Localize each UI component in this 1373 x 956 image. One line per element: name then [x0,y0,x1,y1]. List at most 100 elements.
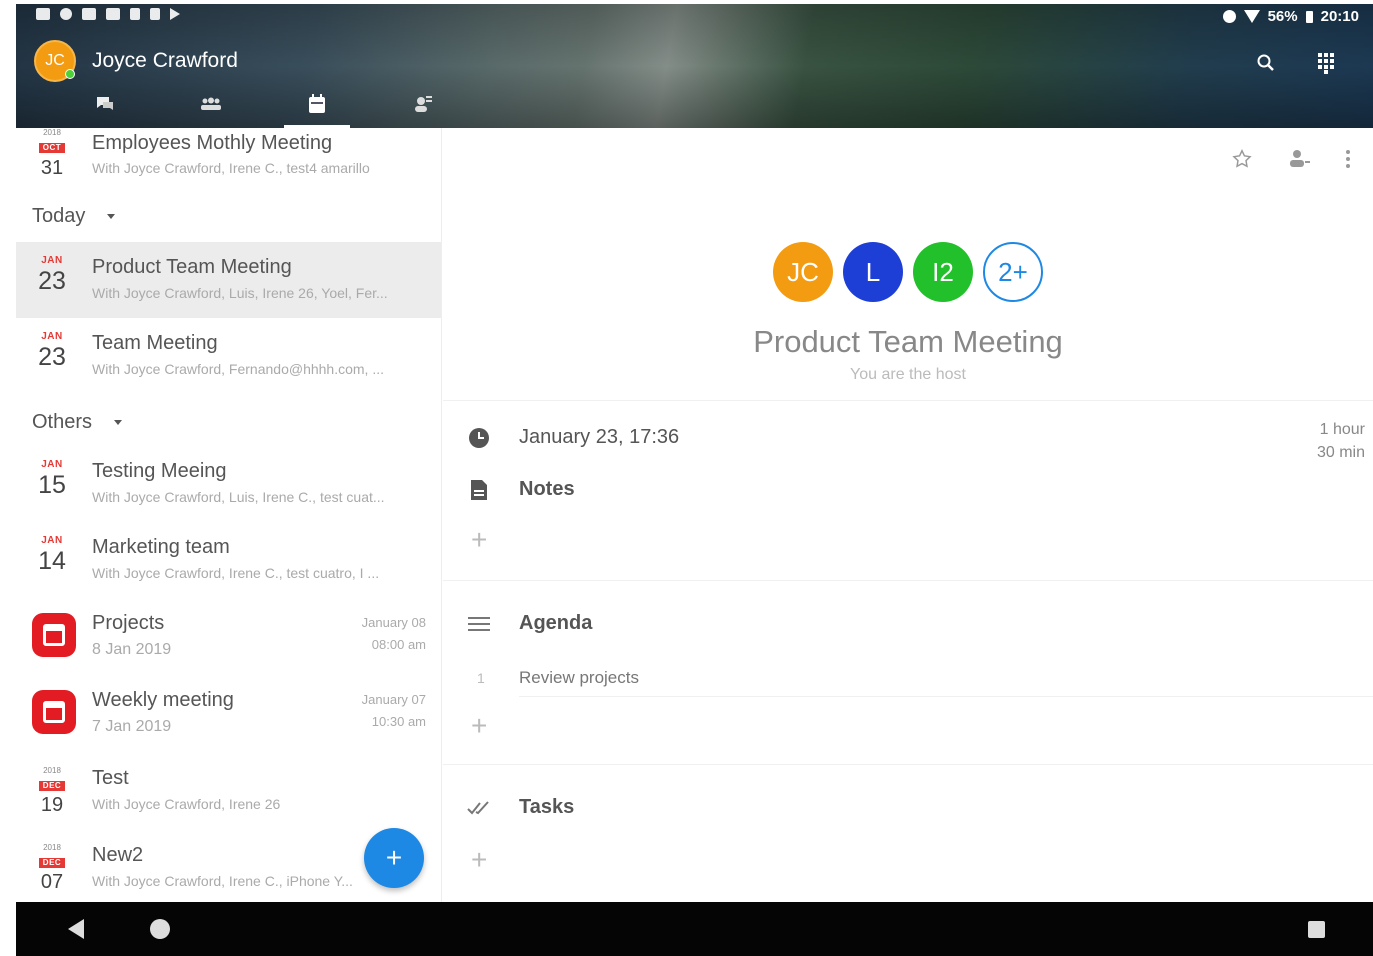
participant-avatar[interactable]: L [843,242,903,302]
caret-down-icon [114,419,123,425]
date-month: JAN [41,535,63,546]
avatar-initials: JC [787,256,819,287]
list-item[interactable]: JAN 23 Team Meeting With Joyce Crawford,… [16,318,441,394]
notification-icon [36,8,50,20]
list-item[interactable]: JAN 15 Testing Meeing With Joyce Crawfor… [16,446,441,522]
list-item[interactable]: JAN 23 Product Team Meeting With Joyce C… [16,242,441,318]
item-title: Test [92,767,129,789]
notification-icon [130,8,140,20]
more-participants-button[interactable]: 2+ [983,242,1043,302]
divider [443,400,1373,401]
list-item[interactable]: JAN 14 Marketing team With Joyce Crawfor… [16,522,441,598]
add-agenda-button[interactable]: + [471,710,487,742]
notification-icon [106,8,120,20]
recent-apps-icon[interactable] [1308,921,1325,938]
notification-icon [60,8,72,20]
plus-icon: + [385,842,403,873]
more-vert-icon[interactable] [1345,148,1351,175]
list-item[interactable]: Weekly meeting 7 Jan 2019 January 07 10:… [16,675,441,751]
item-subtitle: With Joyce Crawford, Irene 26 [92,796,281,812]
tab-contacts[interactable] [370,90,476,122]
tab-teams[interactable] [158,90,264,122]
team-icon [200,97,222,116]
item-title: Marketing team [92,536,230,558]
section-others[interactable]: Others [32,402,123,442]
item-subtitle: 7 Jan 2019 [92,718,172,735]
item-subtitle: With Joyce Crawford, Luis, Irene C., tes… [92,489,385,505]
date-badge: 2018 OCT 31 [32,128,72,180]
clock-icon [467,426,491,450]
item-date: January 08 [361,615,426,630]
list-item[interactable]: 2018 OCT 31 Employees Mothly Meeting Wit… [16,128,441,196]
user-profile[interactable]: JC Joyce Crawford [34,40,238,82]
notes-icon [467,478,491,502]
battery-level: 56% [1267,8,1298,25]
tab-chat[interactable] [52,90,158,122]
section-label: Today [32,204,86,227]
star-icon[interactable] [1231,148,1253,175]
notification-icon [150,8,160,20]
avatar-initials: I2 [932,256,954,287]
avatar[interactable]: JC [34,40,76,82]
item-time: 10:30 am [371,714,426,729]
item-title: Employees Mothly Meeting [92,132,333,154]
date-day: 31 [40,157,64,179]
item-title: Projects [92,612,165,634]
divider [443,580,1373,581]
agenda-label: Agenda [519,612,593,634]
date-day: 23 [38,343,66,371]
status-bar: 56% 20:10 [36,8,1359,28]
item-date: January 07 [361,692,426,707]
date-day: 23 [38,267,66,295]
online-status-icon [65,69,75,79]
agenda-item[interactable]: Review projects [519,668,639,688]
divider [443,764,1373,765]
notes-label: Notes [519,478,575,500]
date-month: DEC [38,781,66,791]
search-icon[interactable] [1255,52,1277,74]
detail-toolbar [1231,148,1351,175]
avatar-initials: L [865,256,881,287]
item-subtitle: With Joyce Crawford, Irene C., iPhone Y.… [92,873,353,889]
dialpad-icon[interactable] [1315,52,1337,74]
date-badge: JAN 23 [32,255,72,307]
user-name: Joyce Crawford [92,49,238,72]
clock: 20:10 [1320,8,1359,25]
date-month: OCT [38,143,66,153]
avatar-initials: JC [45,52,65,69]
host-label: You are the host [850,366,966,383]
chat-icon [94,95,116,118]
header-tabs [52,90,476,128]
list-item[interactable]: 2018 DEC 19 Test With Joyce Crawford, Ir… [16,753,441,829]
home-icon[interactable] [150,919,170,939]
participant-avatar[interactable]: JC [773,242,833,302]
date-badge: 2018 DEC 07 [32,843,72,895]
date-month: JAN [41,459,63,470]
section-today[interactable]: Today [32,196,116,236]
date-badge: JAN 15 [32,459,72,511]
section-label: Others [32,410,93,433]
add-participant-icon[interactable] [1287,148,1311,175]
play-icon [170,8,180,20]
date-year: 2018 [43,128,61,137]
navigation-bar [16,902,1373,956]
add-task-button[interactable]: + [471,844,487,876]
back-icon[interactable] [68,919,84,939]
add-note-button[interactable]: + [471,524,487,556]
date-year: 2018 [43,843,61,852]
item-title: Testing Meeing [92,460,227,482]
contacts-icon [412,94,434,119]
notification-icons [36,8,180,20]
date-month: DEC [38,858,66,868]
date-month: JAN [41,255,63,266]
meeting-datetime[interactable]: January 23, 17:36 [519,426,679,449]
date-month: JAN [41,331,63,342]
item-title: Weekly meeting [92,689,234,711]
meeting-detail: JC L I2 2+ Product Team Meeting You are … [443,128,1373,902]
tab-calendar[interactable] [264,90,370,128]
list-item[interactable]: Projects 8 Jan 2019 January 08 08:00 am [16,598,441,674]
participant-avatar[interactable]: I2 [913,242,973,302]
agenda-item-number: 1 [477,670,485,686]
add-meeting-button[interactable]: + [364,828,424,888]
item-title: New2 [92,844,144,866]
